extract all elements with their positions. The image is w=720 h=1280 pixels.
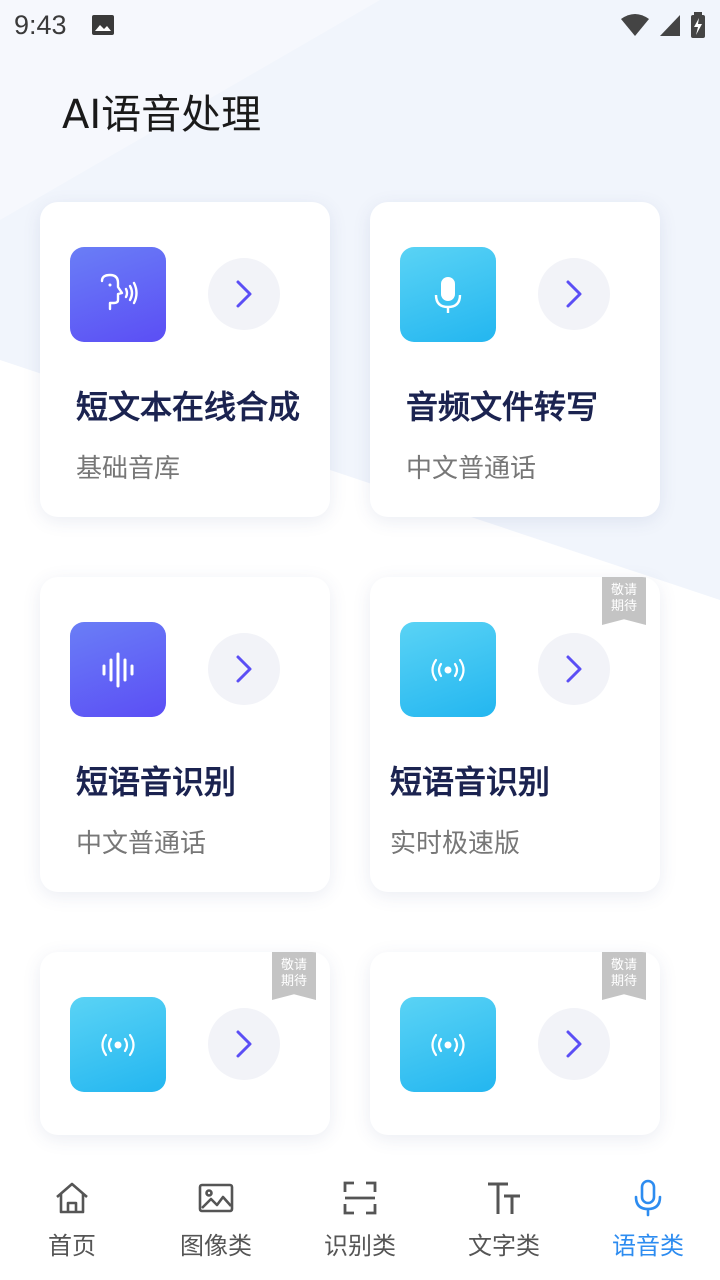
- speech-synthesis-icon: [70, 247, 166, 342]
- nav-item-text[interactable]: 文字类: [432, 1160, 576, 1280]
- nav-item-recognition[interactable]: 识别类: [288, 1160, 432, 1280]
- coming-soon-ribbon: 敬请 期待: [272, 952, 316, 1000]
- coming-soon-ribbon: 敬请 期待: [602, 577, 646, 625]
- arrow-button[interactable]: [538, 633, 610, 705]
- arrow-button[interactable]: [208, 633, 280, 705]
- broadcast-icon: [400, 997, 496, 1092]
- card-short-speech-recognition-fast[interactable]: 敬请 期待 短语音识别 实时极速版: [370, 577, 660, 892]
- ribbon-text-line2: 期待: [610, 974, 637, 989]
- card-subtitle: 中文普通话: [76, 829, 207, 859]
- card-subtitle: 实时极速版: [390, 829, 521, 859]
- bottom-navigation: 首页 图像类 识别类 文字类 语音类: [0, 1160, 720, 1280]
- nav-label: 首页: [48, 1232, 96, 1260]
- nav-item-image[interactable]: 图像类: [144, 1160, 288, 1280]
- broadcast-icon: [70, 997, 166, 1092]
- ribbon-text-line2: 期待: [610, 599, 637, 614]
- microphone-icon: [634, 1179, 662, 1217]
- text-icon: [488, 1182, 520, 1214]
- arrow-button[interactable]: [208, 258, 280, 330]
- card-subtitle: 基础音库: [76, 454, 181, 484]
- ribbon-text-line1: 敬请: [610, 958, 637, 973]
- wifi-icon: [621, 14, 649, 36]
- card-short-text-synthesis[interactable]: 短文本在线合成 基础音库: [40, 202, 330, 517]
- chevron-right-icon: [566, 1030, 582, 1058]
- ribbon-text-line2: 期待: [280, 974, 307, 989]
- card-coming-soon[interactable]: 敬请 期待: [40, 952, 330, 1135]
- card-short-speech-recognition[interactable]: 短语音识别 中文普通话: [40, 577, 330, 892]
- page-title: AI语音处理: [62, 92, 262, 138]
- status-bar: 9:43: [0, 0, 720, 50]
- arrow-button[interactable]: [538, 1008, 610, 1080]
- arrow-button[interactable]: [208, 1008, 280, 1080]
- nav-item-home[interactable]: 首页: [0, 1160, 144, 1280]
- arrow-button[interactable]: [538, 258, 610, 330]
- scan-icon: [343, 1181, 377, 1215]
- card-audio-file-transcription[interactable]: 音频文件转写 中文普通话: [370, 202, 660, 517]
- chevron-right-icon: [566, 655, 582, 683]
- chevron-right-icon: [236, 1030, 252, 1058]
- card-title: 音频文件转写: [406, 388, 599, 426]
- battery-icon: [691, 12, 705, 38]
- chevron-right-icon: [236, 280, 252, 308]
- home-icon: [56, 1182, 88, 1214]
- broadcast-icon: [400, 622, 496, 717]
- nav-label: 识别类: [324, 1232, 396, 1260]
- signal-icon: [660, 15, 680, 36]
- card-title: 短语音识别: [76, 763, 237, 801]
- ribbon-text-line1: 敬请: [280, 958, 307, 973]
- card-subtitle: 中文普通话: [406, 454, 537, 484]
- ribbon-text-line1: 敬请: [610, 583, 637, 598]
- card-title: 短文本在线合成: [76, 388, 301, 426]
- nav-label: 文字类: [468, 1232, 540, 1260]
- nav-label: 图像类: [180, 1232, 252, 1260]
- gallery-notification-icon: [91, 15, 114, 35]
- nav-label: 语音类: [612, 1232, 684, 1260]
- card-title: 短语音识别: [390, 763, 551, 801]
- image-icon: [198, 1183, 234, 1213]
- chevron-right-icon: [566, 280, 582, 308]
- card-coming-soon[interactable]: 敬请 期待: [370, 952, 660, 1135]
- status-time: 9:43: [14, 9, 67, 40]
- nav-item-voice[interactable]: 语音类: [576, 1160, 720, 1280]
- coming-soon-ribbon: 敬请 期待: [602, 952, 646, 1000]
- microphone-icon: [400, 247, 496, 342]
- chevron-right-icon: [236, 655, 252, 683]
- sound-wave-icon: [70, 622, 166, 717]
